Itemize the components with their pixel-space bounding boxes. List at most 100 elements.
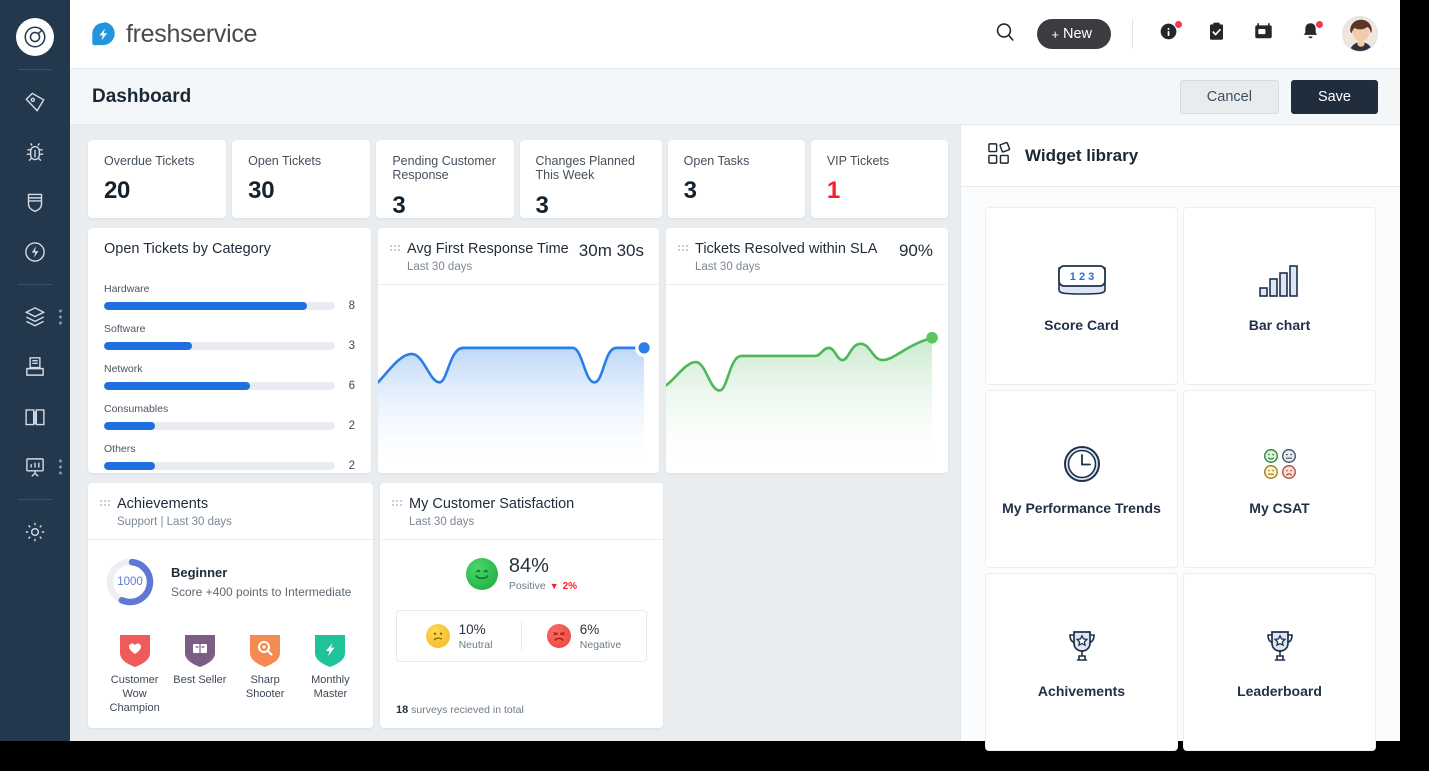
frt-area-chart [378, 285, 659, 473]
kpi-value: 30 [248, 177, 354, 205]
csat-negative-label: Negative [580, 639, 621, 651]
bar-label: Others [104, 443, 355, 455]
bar-value: 8 [345, 300, 355, 312]
kpi-card-vip-tickets[interactable]: VIP Tickets 1 [811, 140, 948, 218]
badge-label: Best Seller [173, 674, 226, 688]
search-button[interactable] [990, 19, 1020, 49]
sidebar-item-solutions[interactable] [0, 342, 70, 392]
drag-handle-icon[interactable] [100, 500, 111, 506]
info-badge [1174, 20, 1183, 29]
csat-negative: 6% Negative [521, 622, 646, 651]
announcements-button[interactable] [1248, 19, 1278, 49]
widget-header: Achievements Support | Last 30 days [88, 483, 373, 539]
drag-handle-icon[interactable] [678, 245, 689, 251]
widget-header: Open Tickets by Category [88, 228, 371, 269]
sidebar-divider [18, 69, 52, 70]
csat-positive-label: Positive [509, 580, 546, 592]
csat-faces-icon [1258, 441, 1302, 487]
sidebar-item-changes[interactable] [0, 177, 70, 227]
widget-my-customer-satisfaction[interactable]: My Customer Satisfaction Last 30 days [380, 483, 663, 728]
widget-library-icon [987, 141, 1012, 171]
widget-open-tickets-by-category[interactable]: Open Tickets by Category Hardware 8 [88, 228, 371, 473]
library-card-my-csat[interactable]: My CSAT [1183, 390, 1376, 568]
sidebar-divider [18, 499, 52, 500]
neutral-face-icon [426, 624, 450, 648]
csat-delta: 2% [563, 581, 577, 592]
library-card-achivements[interactable]: Achivements [985, 573, 1178, 751]
widget-row-2: Achievements Support | Last 30 days [88, 483, 948, 728]
shield-icon [22, 189, 48, 215]
sidebar-item-admin[interactable] [0, 507, 70, 557]
badge-item[interactable]: Sharp Shooter [239, 632, 292, 715]
avatar[interactable] [1342, 16, 1378, 52]
sidebar-item-releases[interactable] [0, 227, 70, 277]
announcements-icon [1252, 20, 1275, 48]
info-button[interactable] [1154, 19, 1184, 49]
drag-handle-icon[interactable] [390, 245, 401, 251]
badge-item[interactable]: Monthly Master [304, 632, 357, 715]
csat-negative-pct: 6% [580, 622, 621, 637]
sidebar-item-knowledge-base[interactable] [0, 392, 70, 442]
kpi-card-overdue-tickets[interactable]: Overdue Tickets 20 [88, 140, 226, 218]
widget-value: 30m 30s [571, 241, 644, 261]
widget-library-title: Widget library [1025, 146, 1138, 166]
widget-header: My Customer Satisfaction Last 30 days [380, 483, 663, 539]
widget-tickets-resolved-within-sla[interactable]: Tickets Resolved within SLA Last 30 days… [666, 228, 948, 473]
brand-name: freshservice [126, 20, 257, 49]
widget-achievements[interactable]: Achievements Support | Last 30 days [88, 483, 373, 728]
layers-icon [22, 304, 48, 330]
kpi-card-changes-planned-this-week[interactable]: Changes Planned This Week 3 [520, 140, 662, 218]
library-card-bar-chart[interactable]: Bar chart [1183, 207, 1376, 385]
badge-label: Customer Wow Champion [108, 674, 161, 715]
sla-area-chart [666, 285, 948, 473]
sidebar-item-analytics[interactable] [0, 442, 70, 492]
sidebar-item-tickets[interactable] [0, 77, 70, 127]
kpi-label: Open Tasks [684, 154, 789, 168]
analytics-more-menu[interactable] [59, 460, 62, 475]
library-card-label: Bar chart [1249, 317, 1310, 335]
library-card-label: Achivements [1038, 683, 1125, 701]
library-card-score-card[interactable]: 1 2 3 Score Card [985, 207, 1178, 385]
csat-body: 84% Positive ▼ 2% [380, 540, 663, 728]
kpi-value: 3 [536, 192, 646, 220]
notifications-button[interactable] [1295, 19, 1325, 49]
kpi-value: 3 [392, 192, 497, 220]
badge-item[interactable]: Customer Wow Champion [108, 632, 161, 715]
library-card-my-performance-trends[interactable]: My Performance Trends [985, 390, 1178, 568]
assets-more-menu[interactable] [59, 310, 62, 325]
clock-icon [1062, 441, 1102, 487]
csat-breakdown: 10% Neutral [396, 610, 647, 662]
kpi-card-open-tasks[interactable]: Open Tasks 3 [668, 140, 805, 218]
widget-subtitle: Last 30 days [409, 516, 574, 528]
cancel-button[interactable]: Cancel [1180, 80, 1279, 114]
bar-fill [104, 302, 307, 310]
widget-title: Open Tickets by Category [104, 241, 271, 258]
library-card-leaderboard[interactable]: Leaderboard [1183, 573, 1376, 751]
badge-label: Sharp Shooter [239, 674, 292, 702]
save-button[interactable]: Save [1291, 80, 1378, 114]
primary-sidebar [0, 0, 70, 741]
kpi-row: Overdue Tickets 20 Open Tickets 30 Pendi… [88, 140, 948, 218]
sidebar-item-problems[interactable] [0, 127, 70, 177]
kpi-label: Open Tickets [248, 154, 354, 168]
kpi-card-pending-customer-response[interactable]: Pending Customer Response 3 [376, 140, 513, 218]
bar-row: Hardware 8 [104, 283, 355, 312]
badge-item[interactable]: Best Seller [173, 632, 226, 715]
ticket-icon [22, 89, 48, 115]
score-card-icon: 1 2 3 [1054, 258, 1110, 304]
tasks-button[interactable] [1201, 19, 1231, 49]
widget-avg-first-response-time[interactable]: Avg First Response Time Last 30 days 30m… [378, 228, 659, 473]
sidebar-item-dashboard[interactable] [0, 12, 70, 62]
brand-logo[interactable]: freshservice [90, 20, 257, 49]
bug-icon [22, 139, 48, 165]
drag-handle-icon[interactable] [392, 500, 403, 506]
widget-library-grid: 1 2 3 Score Card [961, 187, 1400, 771]
sidebar-item-assets[interactable] [0, 292, 70, 342]
csat-survey-total: 18 surveys recieved in total [396, 694, 647, 716]
new-button[interactable]: + New [1037, 19, 1111, 49]
kpi-card-open-tickets[interactable]: Open Tickets 30 [232, 140, 370, 218]
achievements-progress: 1000 Beginner Score +400 points to Inter… [104, 556, 357, 608]
widget-header: Avg First Response Time Last 30 days 30m… [378, 228, 659, 284]
widget-title: Tickets Resolved within SLA [695, 241, 877, 258]
bar-row: Network 6 [104, 363, 355, 392]
